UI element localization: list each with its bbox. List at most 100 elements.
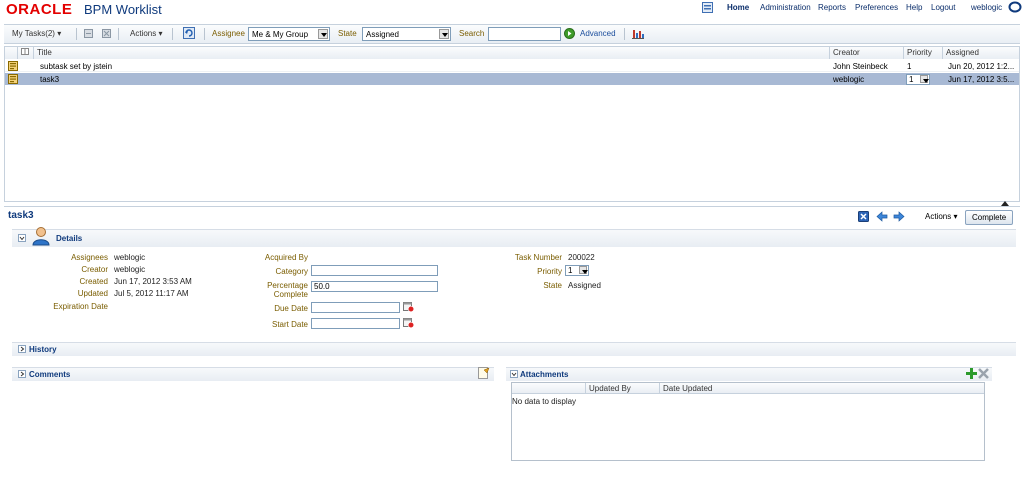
oracle-logo: ORACLE: [6, 1, 73, 18]
state-label: State: [543, 281, 562, 290]
category-input[interactable]: [311, 265, 438, 276]
details-section-title: Details: [56, 234, 83, 243]
state-label: State: [338, 29, 357, 38]
task-icon: [8, 74, 18, 86]
column-header-priority[interactable]: Priority: [904, 47, 943, 59]
history-section-header: [12, 342, 1016, 356]
creator-label: Creator: [81, 265, 108, 274]
row-select-header: [5, 47, 18, 59]
table-row-selected[interactable]: task3 weblogic 1 Jun 17, 2012 3:5...: [5, 73, 1019, 85]
percentage-complete-label: Complete: [273, 290, 308, 299]
toolbar-separator: [76, 28, 77, 40]
detail-priority-select[interactable]: 1: [565, 265, 589, 276]
task-number-value: 200022: [568, 253, 595, 262]
due-date-calendar-icon[interactable]: [403, 301, 415, 314]
next-task-icon[interactable]: [893, 211, 905, 224]
comments-expand-icon[interactable]: [18, 370, 26, 378]
delete-attachment-icon[interactable]: [978, 368, 989, 381]
user-avatar-icon: [32, 226, 50, 248]
history-expand-icon[interactable]: [18, 345, 26, 353]
toolbar-separator: [118, 28, 119, 40]
actions-menu-button[interactable]: Actions ▾: [130, 29, 162, 38]
reject-icon[interactable]: [102, 29, 111, 40]
search-go-icon[interactable]: [564, 28, 575, 41]
nav-reports-link[interactable]: Reports: [818, 3, 846, 12]
view-selector-button[interactable]: My Tasks(2) ▾: [12, 29, 61, 38]
creator-value: weblogic: [114, 265, 146, 274]
column-header-title[interactable]: Title: [34, 47, 830, 59]
refresh-icon[interactable]: [183, 27, 195, 41]
assignee-select[interactable]: Me & My Group: [248, 27, 330, 41]
priority-label: Priority: [537, 267, 562, 276]
nav-home-link[interactable]: Home: [727, 3, 749, 12]
percentage-complete-input[interactable]: [311, 281, 438, 292]
nav-preferences-link[interactable]: Preferences: [855, 3, 898, 12]
task-detail-title: task3: [8, 210, 34, 221]
column-header-creator[interactable]: Creator: [830, 47, 904, 59]
previous-task-icon[interactable]: [876, 211, 888, 224]
task-number-label: Task Number: [514, 253, 562, 262]
comments-section-header: [12, 367, 494, 381]
table-row[interactable]: subtask set by jstein John Steinbeck 1 J…: [5, 60, 1019, 72]
start-date-input[interactable]: [311, 318, 400, 329]
task-title-cell[interactable]: subtask set by jstein: [37, 60, 827, 72]
toolbar-separator: [624, 28, 625, 40]
attachment-column-name[interactable]: [512, 383, 586, 394]
pane-splitter[interactable]: [4, 206, 1020, 207]
toolbar-separator: [204, 28, 205, 40]
nav-help-link[interactable]: Help: [906, 3, 922, 12]
column-header-assigned[interactable]: Assigned: [943, 47, 1019, 59]
task-icon: [8, 61, 18, 73]
attachments-collapse-icon[interactable]: [510, 370, 518, 378]
attachment-column-updated-by[interactable]: Updated By: [586, 383, 660, 394]
chart-view-icon[interactable]: [632, 28, 644, 41]
column-config-header[interactable]: [18, 47, 34, 59]
category-label: Category: [275, 267, 308, 276]
search-input[interactable]: [488, 27, 561, 41]
history-section-title: History: [29, 345, 57, 354]
created-label: Created: [79, 277, 108, 286]
nav-logout-link[interactable]: Logout: [931, 3, 955, 12]
start-date-label: Start Date: [271, 320, 308, 329]
acquired-by-label: Acquired By: [264, 253, 308, 262]
assignee-label: Assignee: [212, 29, 245, 38]
search-label: Search: [459, 29, 485, 38]
add-attachment-icon[interactable]: [966, 368, 977, 381]
approve-icon[interactable]: [84, 29, 93, 40]
due-date-label: Due Date: [274, 304, 308, 313]
task-priority-cell: 1: [907, 62, 912, 71]
task-assigned-cell: Jun 17, 2012 3:5...: [948, 75, 1015, 84]
due-date-input[interactable]: [311, 302, 400, 313]
attachments-section-title: Attachments: [520, 370, 569, 379]
home-page-icon[interactable]: [702, 2, 713, 15]
status-ring-icon: [1008, 1, 1022, 15]
nav-administration-link[interactable]: Administration: [760, 3, 811, 12]
start-date-calendar-icon[interactable]: [403, 317, 415, 330]
advanced-search-link[interactable]: Advanced: [580, 29, 616, 38]
task-priority-select[interactable]: 1: [906, 74, 930, 85]
updated-label: Updated: [77, 289, 108, 298]
attachment-column-date-updated[interactable]: Date Updated: [660, 383, 984, 394]
task-title-cell[interactable]: task3: [37, 73, 827, 85]
toolbar-separator: [172, 28, 173, 40]
assignees-value: weblogic: [114, 253, 146, 262]
updated-value: Jul 5, 2012 11:17 AM: [114, 289, 189, 298]
attachments-empty-message: No data to display: [512, 397, 577, 406]
state-value: Assigned: [568, 281, 601, 290]
assignees-label: Assignees: [71, 253, 108, 262]
current-user-label: weblogic: [971, 3, 1003, 12]
close-detail-icon[interactable]: [858, 211, 869, 224]
percentage-label: Percentage: [267, 281, 308, 290]
comments-section-title: Comments: [29, 370, 71, 379]
task-creator-cell: John Steinbeck: [833, 62, 888, 71]
detail-actions-menu[interactable]: Actions ▾: [925, 212, 957, 221]
splitter-collapse-icon[interactable]: [998, 200, 1012, 209]
task-creator-cell: weblogic: [833, 75, 865, 84]
app-title: BPM Worklist: [84, 2, 162, 17]
details-collapse-icon[interactable]: [18, 234, 26, 242]
complete-button[interactable]: Complete: [965, 210, 1014, 225]
state-select[interactable]: Assigned: [362, 27, 451, 41]
column-options-icon: [21, 48, 29, 55]
add-comment-icon[interactable]: [478, 367, 490, 381]
attachments-section-header: [506, 367, 992, 381]
